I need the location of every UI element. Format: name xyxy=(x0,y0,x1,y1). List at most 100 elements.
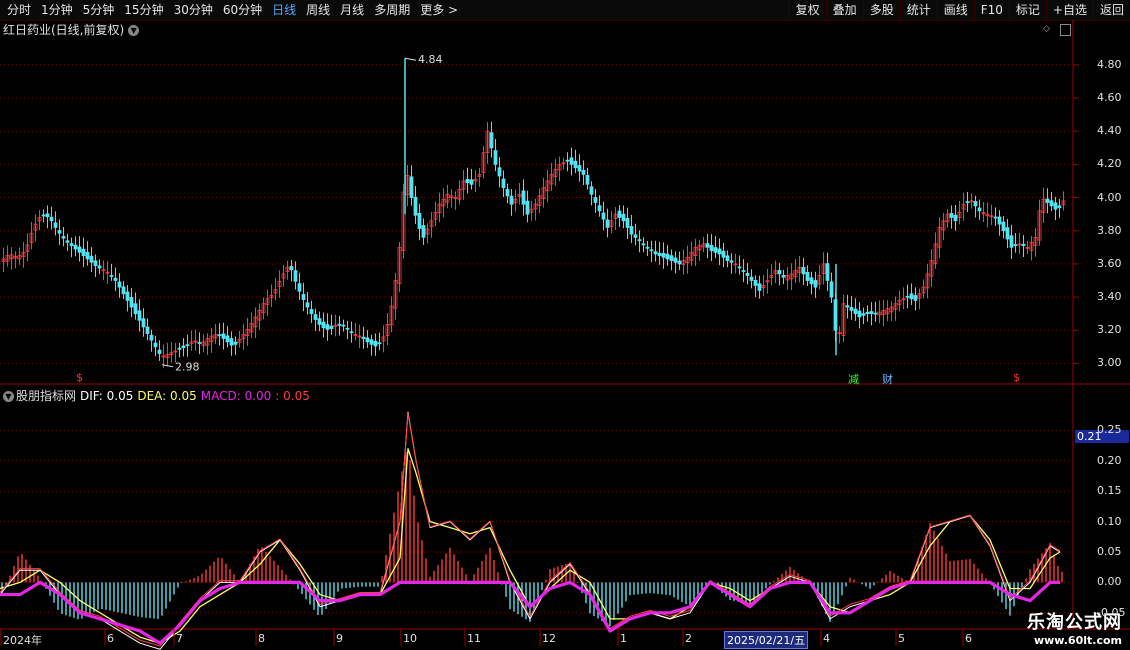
candle-body xyxy=(965,201,970,204)
candle-body xyxy=(373,340,378,347)
candle-body xyxy=(829,281,834,298)
candle-body xyxy=(721,250,726,258)
x-axis-label: 2 xyxy=(685,632,692,645)
candle-body xyxy=(997,216,1002,225)
candle-body xyxy=(53,222,58,228)
price-tick-label: 4.60 xyxy=(1097,91,1122,105)
candle-body xyxy=(749,276,754,281)
candle-body xyxy=(577,165,582,172)
candle-body xyxy=(845,305,850,308)
candle-body xyxy=(653,251,658,255)
candle-body xyxy=(341,324,346,327)
candle-body xyxy=(129,297,134,308)
candle-body xyxy=(673,257,678,263)
x-axis-label: 6 xyxy=(965,632,972,645)
candle-body xyxy=(669,255,674,261)
x-axis-label: 10 xyxy=(403,632,417,645)
candle-body xyxy=(645,246,650,249)
candle-body xyxy=(853,308,858,315)
candle-body xyxy=(717,248,722,255)
candle-body xyxy=(181,345,186,349)
candle-body xyxy=(497,167,502,177)
candle-body xyxy=(489,132,494,149)
candle-body xyxy=(633,234,638,238)
price-tick-label: 3.60 xyxy=(1097,256,1122,270)
candle-body xyxy=(493,150,498,165)
price-tick-label: 3.80 xyxy=(1097,223,1122,237)
candle-body xyxy=(849,307,854,311)
candle-body xyxy=(365,337,370,343)
candle-body xyxy=(813,280,818,288)
candle-body xyxy=(217,334,222,337)
candle-body xyxy=(781,275,786,278)
candle-body xyxy=(113,277,118,281)
candle-body xyxy=(1005,227,1010,240)
candle-body xyxy=(637,239,642,242)
candle-body xyxy=(869,311,874,315)
candle-body xyxy=(621,213,626,222)
candle-body xyxy=(185,344,190,347)
candle-body xyxy=(725,255,730,261)
candle-body xyxy=(1049,200,1054,207)
x-axis-label: 4 xyxy=(823,632,830,645)
candle-body xyxy=(601,212,606,220)
low-annotation: 2.98 xyxy=(175,361,200,374)
candle-body xyxy=(133,303,138,315)
candle-body xyxy=(801,266,806,275)
event-marker[interactable]: 减 xyxy=(848,371,859,387)
candle-body xyxy=(501,178,506,189)
candle-body xyxy=(465,178,470,184)
candle-body xyxy=(605,219,610,228)
event-marker[interactable]: $ xyxy=(1013,371,1020,384)
x-axis-label: 12 xyxy=(542,632,556,645)
candle-body xyxy=(313,314,318,320)
candle-body xyxy=(69,243,74,247)
candle-body xyxy=(705,243,710,248)
candle-body xyxy=(737,266,742,269)
candle-body xyxy=(661,253,666,258)
high-annotation: 4.84 xyxy=(418,53,443,66)
candle-body xyxy=(321,321,326,329)
candle-body xyxy=(301,294,306,300)
candle-body xyxy=(409,176,414,198)
candle-body xyxy=(641,243,646,246)
candle-body xyxy=(97,265,102,269)
candle-body xyxy=(65,240,70,243)
candle-body xyxy=(149,334,154,341)
x-axis-label: 5 xyxy=(898,632,905,645)
candle-body xyxy=(665,253,670,260)
candle-body xyxy=(741,270,746,272)
candle-body xyxy=(329,325,334,329)
candle-body xyxy=(121,286,126,295)
candle-body xyxy=(913,295,918,301)
candle-body xyxy=(757,283,762,291)
candle-body xyxy=(81,248,86,257)
price-tick-label: 4.40 xyxy=(1097,124,1122,138)
event-marker[interactable]: 财 xyxy=(882,371,893,387)
candle-body xyxy=(825,263,830,281)
candle-body xyxy=(569,157,574,165)
candle-body xyxy=(157,349,162,354)
extra-label: : 0.05 xyxy=(275,389,310,403)
price-tick-label: 4.20 xyxy=(1097,157,1122,171)
candle-body xyxy=(709,244,714,252)
candle-body xyxy=(61,236,66,239)
candle-body xyxy=(57,230,62,234)
event-marker[interactable]: $ xyxy=(76,371,83,384)
candle-body xyxy=(197,342,202,344)
candle-body xyxy=(1053,202,1058,210)
indicator-title: ▼ 股朋指标网 DIF: 0.05 DEA: 0.05 MACD: 0.00: 0.05 xyxy=(3,387,314,404)
candle-body xyxy=(305,302,310,308)
candle-body xyxy=(73,244,78,250)
chart-canvas[interactable]: 4.84 2.98 xyxy=(0,0,1130,650)
price-tick-label: 3.20 xyxy=(1097,323,1122,337)
high-annotation-line xyxy=(404,57,417,61)
candle-body xyxy=(973,201,978,207)
candle-body xyxy=(117,281,122,288)
macd-tick-label: 0.10 xyxy=(1097,514,1122,528)
candle-body xyxy=(713,247,718,253)
candle-body xyxy=(629,226,634,235)
candle-body xyxy=(153,342,158,348)
chevron-down-icon[interactable]: ▼ xyxy=(3,391,14,402)
macd-tick-label: 0.00 xyxy=(1097,575,1122,589)
